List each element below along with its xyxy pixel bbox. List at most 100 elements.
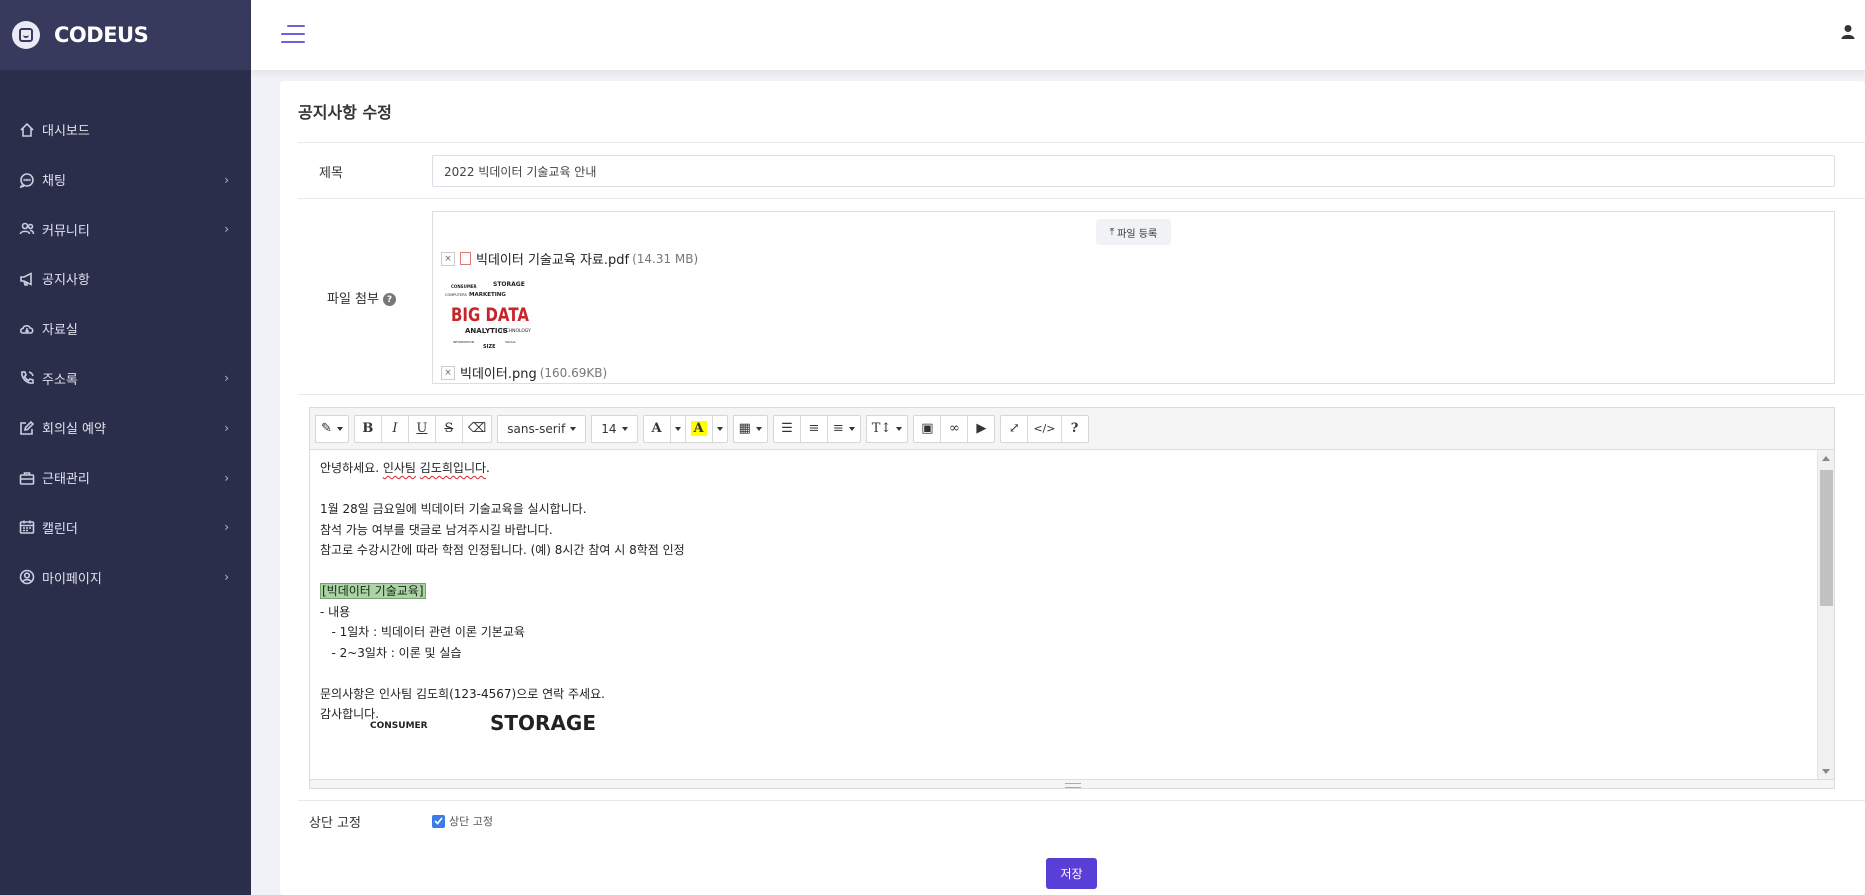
file-name[interactable]: 빅데이터 기술교육 자료.pdf (476, 249, 629, 268)
subject-input[interactable] (432, 155, 1835, 187)
help-button[interactable]: ? (1060, 414, 1089, 443)
brand-name: CODEUS (54, 23, 149, 47)
topbar (251, 0, 1865, 70)
font-size-value: 14 (601, 421, 617, 436)
table-insert-button[interactable]: ▦ (732, 414, 768, 443)
pin-checkbox[interactable]: 상단 고정 (432, 813, 493, 829)
image-word: STORAGE (490, 711, 597, 735)
sidebar-item-chat[interactable]: 채팅 › (0, 155, 251, 205)
content-line: 안녕하세요. 인사팀 김도희입니다. (320, 461, 490, 475)
style-group: ✎ (315, 414, 349, 443)
text-color-button[interactable]: A (642, 414, 671, 443)
subject-label: 제목 (319, 166, 343, 181)
content-word: 김도희입니다 (419, 461, 487, 475)
remove-file-button[interactable]: × (441, 365, 455, 380)
align-dropdown[interactable]: ≡ (826, 414, 861, 443)
brand-logo-icon (12, 21, 40, 49)
sidebar-item-attendance[interactable]: 근태관리 › (0, 453, 251, 503)
sidebar: CODEUS 대시보드 채팅 › 커뮤니티 › 공지사항 자료실 주소록 › 회… (0, 0, 251, 895)
briefcase-icon (18, 469, 36, 487)
sidebar-item-label: 마이페이지 (42, 571, 102, 587)
link-icon[interactable]: ∞ (940, 414, 969, 443)
notice-edit-card: 공지사항 수정 제목 파일 첨부? ⤒ 파일 등록 × 빅데이터 기술교육 자료… (280, 81, 1865, 895)
rich-text-editor: ✎ B I U S ⌫ sans-serif 14 A A ▦ ☰ ≡ ≡ T↕… (309, 407, 1835, 789)
content-line: 문의사항은 인사팀 김도희(123-4567)으로 연락 주세요. (320, 686, 605, 701)
thumb-word: SIZE (483, 344, 496, 350)
editor-scrollbar[interactable] (1817, 450, 1834, 780)
editor-resize-handle[interactable] (310, 779, 1834, 788)
menu-toggle-icon[interactable] (281, 25, 305, 44)
scroll-thumb[interactable] (1820, 470, 1833, 606)
font-name-dropdown[interactable]: sans-serif (497, 414, 587, 443)
font-size-group: 14 (591, 414, 638, 443)
content-line: - 2~3일차 : 이론 및 실습 (320, 645, 462, 660)
save-button[interactable]: 저장 (1046, 858, 1097, 889)
divider (298, 800, 1865, 801)
remove-file-button[interactable]: × (441, 251, 455, 266)
chevron-right-icon: › (224, 371, 229, 386)
strikethrough-button[interactable]: S (434, 414, 463, 443)
unordered-list-icon[interactable]: ☰ (772, 414, 801, 443)
highlighted-heading: [빅데이터 기술교육] (320, 583, 426, 599)
sidebar-item-meeting-room[interactable]: 회의실 예약 › (0, 403, 251, 453)
view-group: ⤢ </> ? (1000, 414, 1089, 443)
user-icon[interactable] (1841, 24, 1855, 40)
code-view-icon[interactable]: </> (1027, 414, 1062, 443)
line-height-dropdown[interactable]: T↕ (865, 414, 909, 443)
cloud-download-icon (18, 320, 36, 338)
highlight-color-dropdown[interactable] (711, 414, 728, 443)
chevron-right-icon: › (224, 520, 229, 535)
sidebar-item-mypage[interactable]: 마이페이지 › (0, 552, 251, 602)
calendar-icon (18, 518, 36, 536)
font-name-group: sans-serif (497, 414, 587, 443)
sidebar-item-label: 대시보드 (42, 124, 90, 140)
sidebar-item-contacts[interactable]: 주소록 › (0, 353, 251, 403)
file-upload-button[interactable]: ⤒ 파일 등록 (1096, 219, 1171, 245)
magic-style-button[interactable]: ✎ (315, 414, 349, 443)
align-left-icon: ≡ (832, 421, 844, 436)
content-line: - 내용 (320, 604, 351, 619)
font-size-dropdown[interactable]: 14 (591, 414, 638, 443)
ordered-list-icon[interactable]: ≡ (799, 414, 828, 443)
text-color-dropdown[interactable] (669, 414, 686, 443)
divider (298, 198, 1865, 199)
thumb-word: BIG DATA (451, 304, 529, 326)
content-line (320, 479, 1808, 500)
italic-button[interactable]: I (380, 414, 409, 443)
highlight-color-button[interactable]: A (684, 414, 713, 443)
content-line (320, 561, 1808, 582)
content-line: 1월 28일 금요일에 빅데이터 기술교육을 실시합니다. (320, 502, 587, 516)
thumb-word: CONSUMER (451, 284, 477, 289)
video-icon[interactable]: ▶ (967, 414, 996, 443)
font-style-group: B I U S ⌫ (353, 414, 493, 443)
checkbox-checked-icon[interactable] (432, 814, 445, 828)
underline-button[interactable]: U (407, 414, 436, 443)
image-word: CONSUMER (370, 721, 428, 731)
sidebar-item-label: 채팅 (42, 174, 66, 190)
fullscreen-icon[interactable]: ⤢ (1000, 414, 1029, 443)
scroll-down-arrow[interactable] (1822, 769, 1830, 774)
eraser-icon[interactable]: ⌫ (461, 414, 493, 443)
chevron-right-icon: › (224, 420, 229, 435)
sidebar-nav: 대시보드 채팅 › 커뮤니티 › 공지사항 자료실 주소록 › 회의실 예약 ›… (0, 105, 251, 602)
sidebar-item-label: 자료실 (42, 323, 78, 339)
magic-wand-icon: ✎ (321, 421, 332, 436)
sidebar-item-community[interactable]: 커뮤니티 › (0, 204, 251, 254)
content-word: 인사팀 (382, 461, 416, 475)
scroll-up-arrow[interactable] (1822, 456, 1830, 461)
sidebar-item-archive[interactable]: 자료실 (0, 304, 251, 354)
table-group: ▦ (732, 414, 768, 443)
file-name[interactable]: 빅데이터.png (460, 363, 537, 382)
content-line: 참고로 수강시간에 따라 학점 인정됩니다. (예) 8시간 참여 시 8학점 … (320, 543, 685, 557)
sidebar-item-notice[interactable]: 공지사항 (0, 254, 251, 304)
bold-button[interactable]: B (353, 414, 382, 443)
help-icon[interactable]: ? (382, 293, 396, 306)
image-insert-icon[interactable]: ▣ (913, 414, 942, 443)
brand[interactable]: CODEUS (0, 0, 251, 70)
thumb-word: STORAGE (493, 281, 525, 288)
sidebar-item-label: 근태관리 (42, 472, 90, 488)
thumb-word: MARKETING (469, 292, 506, 298)
sidebar-item-label: 주소록 (42, 372, 78, 388)
sidebar-item-calendar[interactable]: 캘린더 › (0, 503, 251, 553)
sidebar-item-dashboard[interactable]: 대시보드 (0, 105, 251, 155)
